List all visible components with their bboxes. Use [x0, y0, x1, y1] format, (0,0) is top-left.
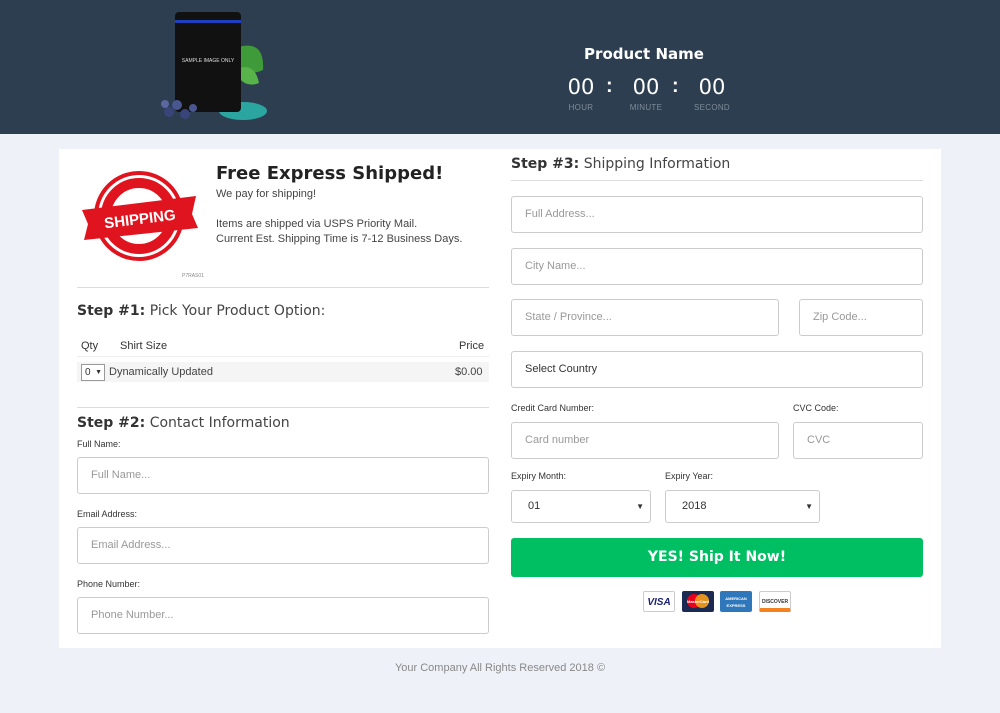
state-input[interactable]: State / Province... — [511, 299, 779, 336]
product-image: SAMPLE IMAGE ONLY — [161, 12, 267, 120]
exp-year-select[interactable]: 2018 ▼ — [665, 490, 820, 523]
free-shipping-badge-icon: SHIPPING — [82, 171, 198, 261]
country-select[interactable]: Select Country — [511, 351, 923, 388]
step1-title: Step #1: Pick Your Product Option: — [77, 303, 325, 319]
product-name: Product Name — [584, 45, 704, 63]
svg-text:SAMPLE IMAGE ONLY: SAMPLE IMAGE ONLY — [182, 58, 235, 64]
step1-label: Pick Your Product Option: — [149, 303, 326, 319]
exp-month-label: Expiry Month: — [511, 471, 567, 481]
countdown-minute: 00 MINUTE — [621, 73, 671, 112]
divider — [511, 180, 923, 181]
step3-title: Step #3: Shipping Information — [511, 156, 730, 172]
col-price: Price — [459, 340, 485, 352]
cvc-label: CVC Code: — [793, 403, 839, 413]
divider — [77, 407, 489, 408]
chevron-down-icon: ▼ — [95, 369, 102, 376]
visa-icon: VISA — [643, 591, 675, 612]
countdown-minute-value: 00 — [632, 75, 660, 99]
step1-num: Step #1: — [77, 303, 146, 319]
countdown-hour: 00 HOUR — [556, 73, 606, 112]
zip-input[interactable]: Zip Code... — [799, 299, 923, 336]
mastercard-icon: MasterCard — [682, 591, 714, 612]
chevron-down-icon: ▼ — [636, 502, 644, 511]
countdown-separator: : — [672, 75, 679, 97]
countdown-separator: : — [606, 75, 613, 97]
card-number-input[interactable]: Card number — [511, 422, 779, 459]
amex-icon: AMERICAN EXPRESS — [720, 591, 752, 612]
step2-title: Step #2: Contact Information — [77, 415, 290, 431]
badge-id: P7RAS01 — [182, 273, 204, 279]
countdown-hour-label: HOUR — [568, 103, 594, 112]
free-shipping-line: Current Est. Shipping Time is 7-12 Busin… — [216, 233, 463, 245]
discover-icon: DISCOVER — [759, 591, 791, 612]
exp-year-label: Expiry Year: — [665, 471, 714, 481]
price-value: $0.00 — [455, 366, 483, 378]
step2-num: Step #2: — [77, 415, 146, 431]
ship-it-now-button[interactable]: YES! Ship It Now! — [511, 538, 923, 577]
size-value: Dynamically Updated — [109, 366, 213, 378]
free-shipping-line: Items are shipped via USPS Priority Mail… — [216, 218, 418, 230]
countdown-minute-label: MINUTE — [629, 103, 663, 112]
mastercard-text: MasterCard — [686, 599, 709, 604]
countdown-second: 00 SECOND — [687, 73, 737, 112]
qty-value: 0 — [85, 367, 91, 378]
countdown-timer: 00 HOUR : 00 MINUTE : 00 SECOND — [556, 73, 736, 118]
col-qty: Qty — [81, 340, 99, 352]
countdown-second-value: 00 — [698, 75, 726, 99]
divider — [77, 287, 489, 288]
step3-num: Step #3: — [511, 156, 580, 172]
footer-text: Your Company All Rights Reserved 2018 © — [394, 662, 606, 674]
step3-label: Shipping Information — [583, 156, 731, 172]
city-input[interactable]: City Name... — [511, 248, 923, 285]
qty-select[interactable]: 0 ▼ — [81, 364, 105, 381]
col-size: Shirt Size — [120, 340, 168, 352]
full-name-label: Full Name: — [77, 439, 121, 449]
cvc-input[interactable]: CVC — [793, 422, 923, 459]
free-shipping-line: We pay for shipping! — [216, 188, 317, 200]
exp-year-value: 2018 — [682, 500, 707, 512]
email-input[interactable]: Email Address... — [77, 527, 489, 564]
email-label: Email Address: — [77, 509, 138, 519]
phone-label: Phone Number: — [77, 579, 141, 589]
exp-month-select[interactable]: 01 ▼ — [511, 490, 651, 523]
exp-month-value: 01 — [528, 500, 541, 512]
chevron-down-icon: ▼ — [805, 502, 813, 511]
page-header: SAMPLE IMAGE ONLY Product Name 00 HOUR :… — [0, 0, 1000, 134]
step2-label: Contact Information — [149, 415, 290, 431]
countdown-second-label: SECOND — [693, 103, 731, 112]
divider — [77, 356, 489, 357]
phone-input[interactable]: Phone Number... — [77, 597, 489, 634]
address-input[interactable]: Full Address... — [511, 196, 923, 233]
cc-label: Credit Card Number: — [511, 403, 595, 413]
countdown-hour-value: 00 — [567, 75, 595, 99]
free-shipping-title: Free Express Shipped! — [216, 163, 444, 184]
full-name-input[interactable]: Full Name... — [77, 457, 489, 494]
